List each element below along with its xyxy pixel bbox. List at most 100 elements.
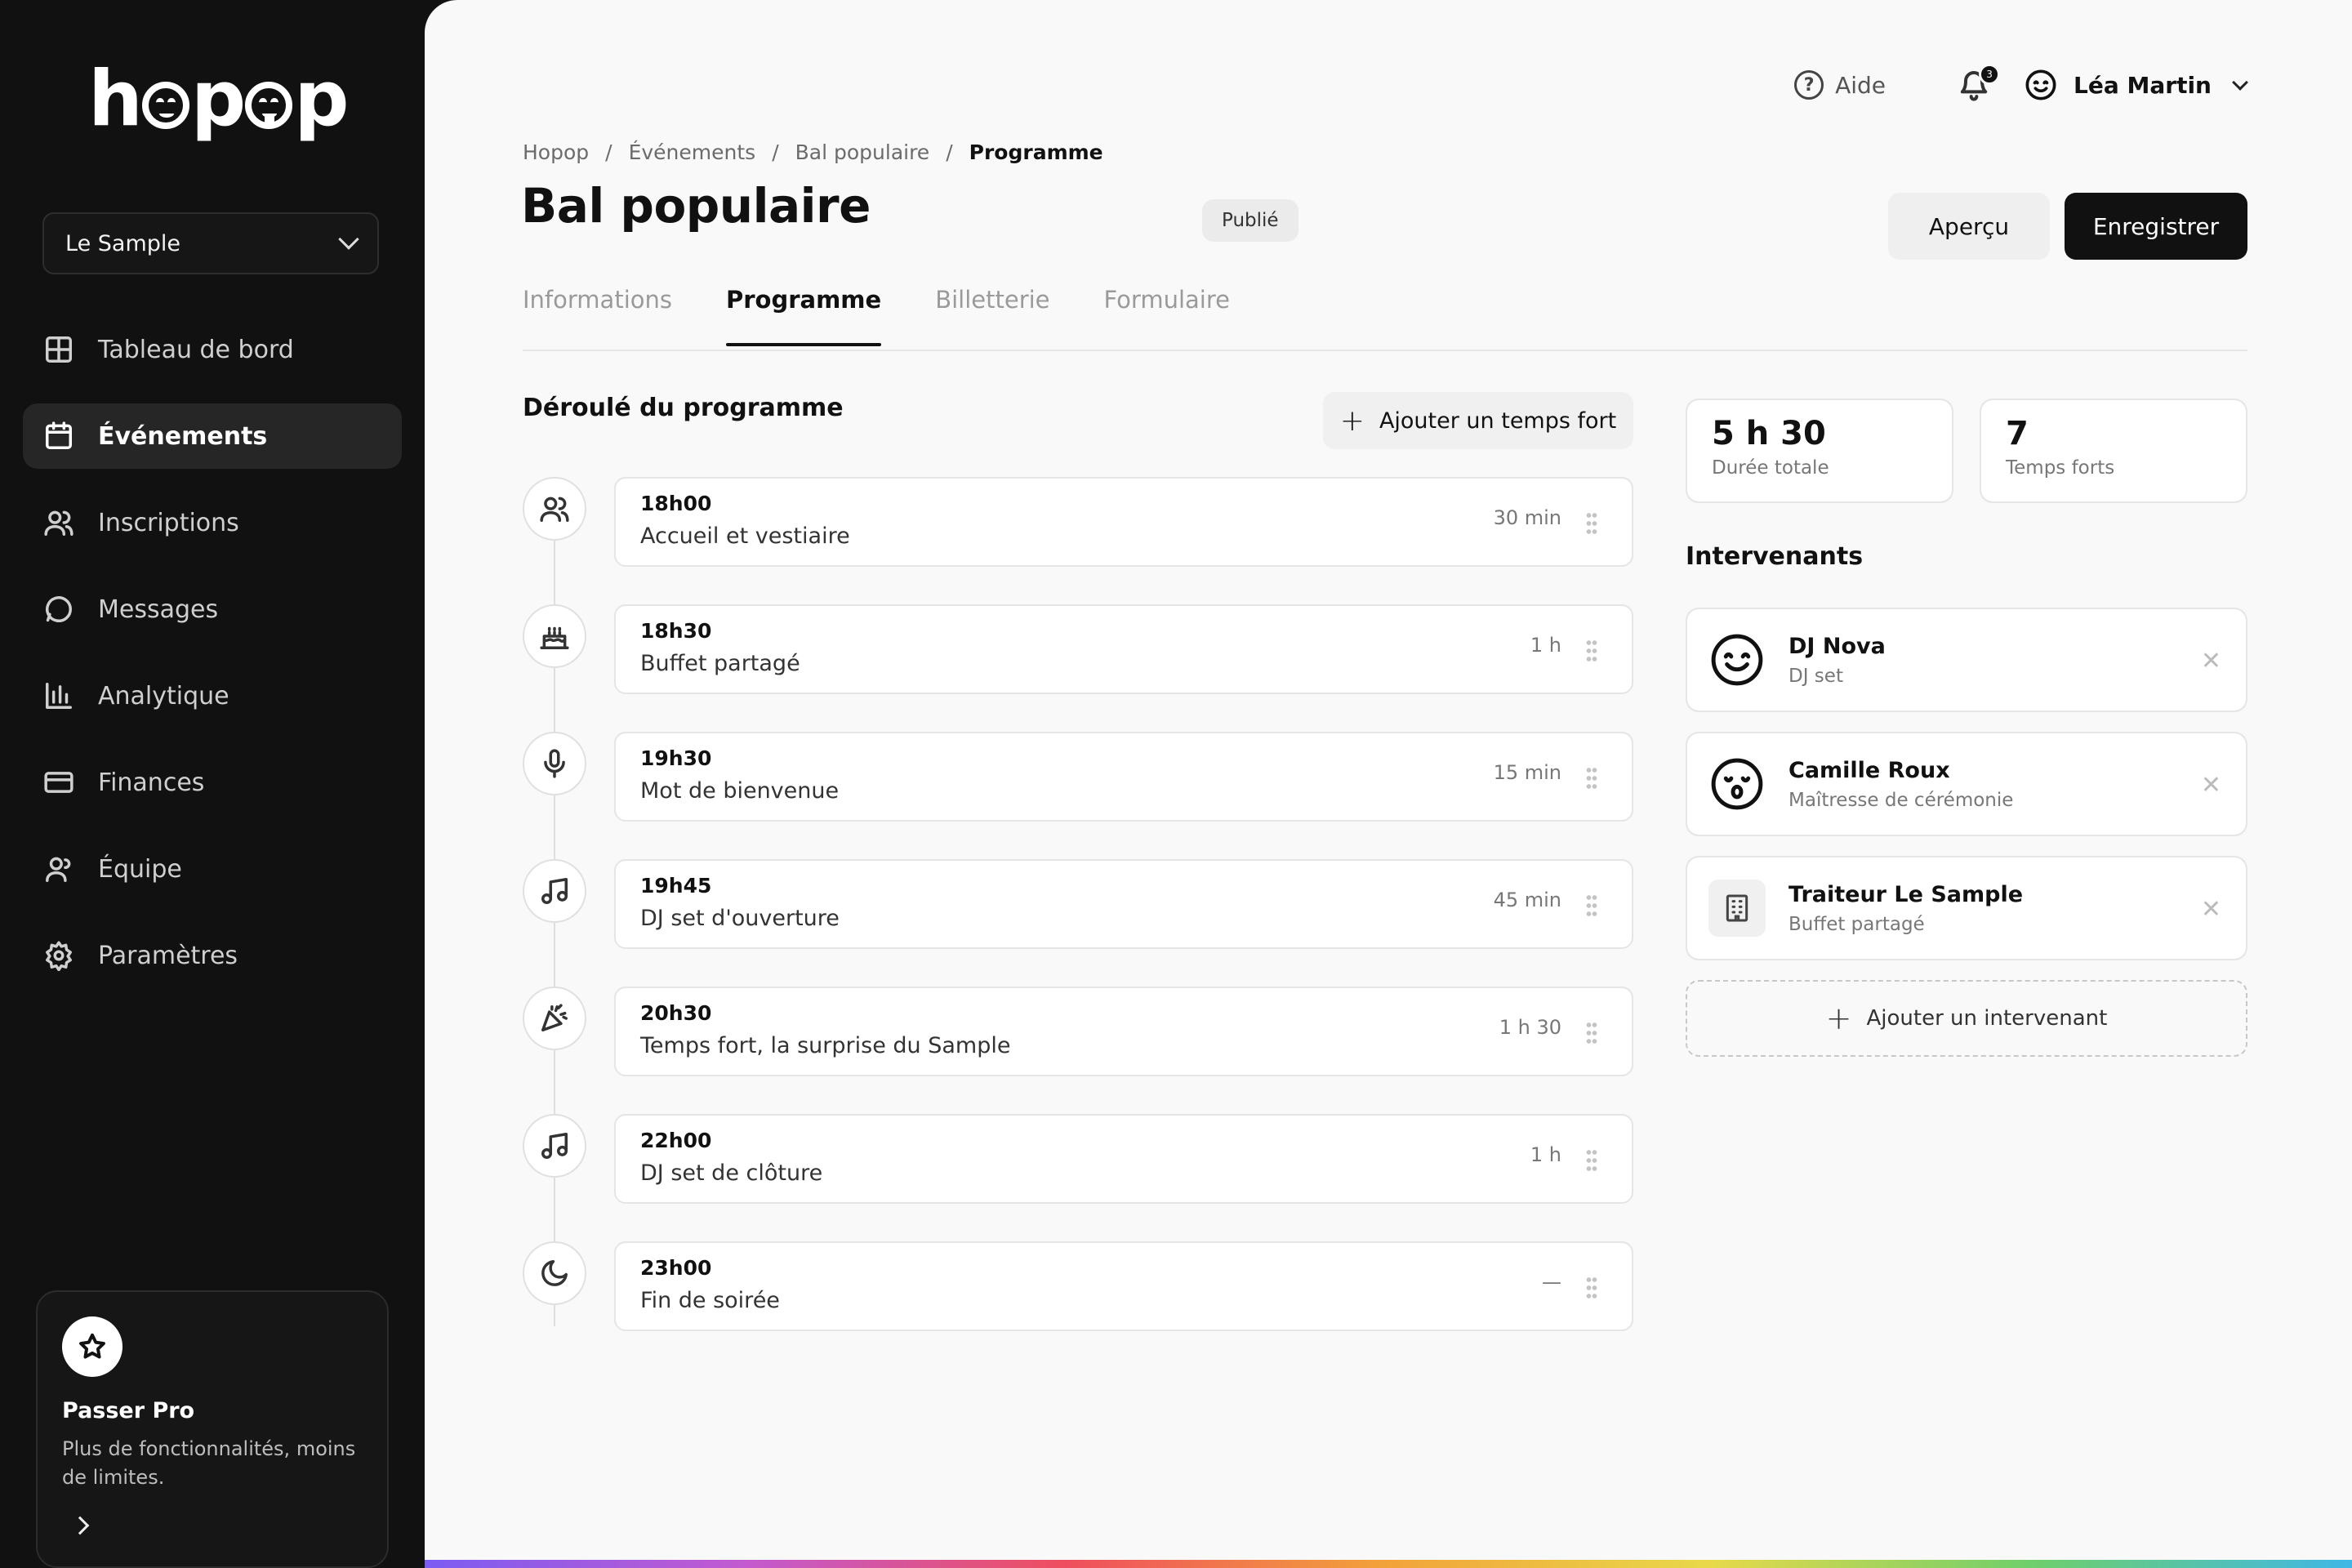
card-icon xyxy=(42,766,75,799)
sidebar-item-label: Tableau de bord xyxy=(98,335,294,364)
user-menu[interactable]: Léa Martin xyxy=(2025,69,2248,101)
programme-card[interactable]: 18h30 Buffet partagé 1 h xyxy=(614,604,1633,694)
sidebar-item-finances[interactable]: Finances xyxy=(23,750,402,815)
tab-bar: Informations Programme Billetterie Formu… xyxy=(523,284,2247,351)
upgrade-card[interactable]: Passer Pro Plus de fonctionnalités, moin… xyxy=(36,1290,389,1568)
remove-icon[interactable]: ✕ xyxy=(2201,647,2221,675)
users-icon xyxy=(523,477,586,541)
sidebar-item-label: Inscriptions xyxy=(98,508,239,537)
highlights-count-card: 7 Temps forts xyxy=(1980,399,2247,503)
programme-item: 18h00 Accueil et vestiaire 30 min xyxy=(523,477,1633,604)
item-name: Buffet partagé xyxy=(640,651,800,676)
item-time: 20h30 xyxy=(640,1001,712,1025)
programme-item: 22h00 DJ set de clôture 1 h xyxy=(523,1114,1633,1241)
programme-card[interactable]: 19h45 DJ set d'ouverture 45 min xyxy=(614,859,1633,949)
item-name: Fin de soirée xyxy=(640,1288,780,1313)
programme-card[interactable]: 22h00 DJ set de clôture 1 h xyxy=(614,1114,1633,1204)
speaker-role: Buffet partagé xyxy=(1788,913,1925,935)
add-speaker-button[interactable]: + Ajouter un intervenant xyxy=(1686,980,2247,1057)
add-highlight-label: Ajouter un temps fort xyxy=(1379,408,1617,434)
team-icon xyxy=(42,853,75,885)
programme-card[interactable]: 19h30 Mot de bienvenue 15 min xyxy=(614,732,1633,822)
item-duration: 45 min xyxy=(1493,889,1561,911)
save-button[interactable]: Enregistrer xyxy=(2065,193,2247,260)
stat-value: 5 h 30 xyxy=(1712,415,1826,452)
programme-card[interactable]: 23h00 Fin de soirée — xyxy=(614,1241,1633,1331)
item-name: DJ set d'ouverture xyxy=(640,906,840,931)
drag-handle-icon[interactable] xyxy=(1586,766,1597,791)
help-icon: ? xyxy=(1794,70,1824,100)
sidebar-item-label: Analytique xyxy=(98,681,229,710)
music-icon xyxy=(523,859,586,923)
message-icon xyxy=(42,593,75,626)
item-time: 18h00 xyxy=(640,492,712,515)
preview-button[interactable]: Aperçu xyxy=(1888,193,2050,260)
upgrade-description: Plus de fonctionnalités, moins de limite… xyxy=(62,1437,356,1489)
microphone-icon xyxy=(523,732,586,795)
user-name: Léa Martin xyxy=(2074,71,2212,99)
programme-card[interactable]: 18h00 Accueil et vestiaire 30 min xyxy=(614,477,1633,567)
item-time: 19h30 xyxy=(640,746,712,770)
item-time: 18h30 xyxy=(640,619,712,643)
add-highlight-button[interactable]: + Ajouter un temps fort xyxy=(1323,392,1633,449)
sidebar-item-dashboard[interactable]: Tableau de bord xyxy=(23,317,402,382)
smile-icon xyxy=(1708,631,1766,688)
chevron-right-icon[interactable] xyxy=(70,1516,90,1535)
sidebar-item-events[interactable]: Événements xyxy=(23,403,402,469)
gear-icon xyxy=(42,939,75,972)
users-icon xyxy=(42,506,75,539)
sidebar-item-team[interactable]: Équipe xyxy=(23,836,402,902)
item-duration: 1 h 30 xyxy=(1499,1016,1561,1039)
organization-name: Le Sample xyxy=(65,230,180,256)
remove-icon[interactable]: ✕ xyxy=(2201,771,2221,800)
sidebar-item-analytics[interactable]: Analytique xyxy=(23,663,402,728)
plus-icon: + xyxy=(1825,1000,1852,1036)
upgrade-title: Passer Pro xyxy=(62,1398,195,1423)
tab-programme[interactable]: Programme xyxy=(725,284,882,351)
breadcrumb-current: Programme xyxy=(969,140,1103,164)
drag-handle-icon[interactable] xyxy=(1586,511,1597,536)
stat-value: 7 xyxy=(2006,415,2029,452)
drag-handle-icon[interactable] xyxy=(1586,1148,1597,1173)
sidebar-item-label: Événements xyxy=(98,421,268,451)
drag-handle-icon[interactable] xyxy=(1586,1021,1597,1045)
cake-icon xyxy=(523,604,586,668)
page-title: Bal populaire xyxy=(521,178,871,234)
programme-item: 20h30 Temps fort, la surprise du Sample … xyxy=(523,987,1633,1114)
programme-timeline: 18h00 Accueil et vestiaire 30 min 18h30 … xyxy=(523,477,1633,1369)
sidebar-item-registrations[interactable]: Inscriptions xyxy=(23,490,402,555)
speaker-card[interactable]: Camille Roux Maîtresse de cérémonie ✕ xyxy=(1686,732,2247,836)
smile-icon xyxy=(2025,69,2056,100)
drag-handle-icon[interactable] xyxy=(1586,893,1597,918)
sidebar-item-messages[interactable]: Messages xyxy=(23,577,402,642)
item-time: 22h00 xyxy=(640,1129,712,1152)
programme-item: 19h45 DJ set d'ouverture 45 min xyxy=(523,859,1633,987)
kiss-face-icon xyxy=(1708,755,1766,813)
item-duration: 1 h xyxy=(1530,634,1561,657)
stat-label: Durée totale xyxy=(1712,457,1829,479)
speaker-card[interactable]: Traiteur Le Sample Buffet partagé ✕ xyxy=(1686,856,2247,960)
tab-informations[interactable]: Informations xyxy=(523,284,672,351)
remove-icon[interactable]: ✕ xyxy=(2201,895,2221,924)
tab-billetterie[interactable]: Billetterie xyxy=(935,284,1049,351)
programme-card[interactable]: 20h30 Temps fort, la surprise du Sample … xyxy=(614,987,1633,1076)
notifications-button[interactable]: 3 xyxy=(1958,64,2001,101)
drag-handle-icon[interactable] xyxy=(1586,639,1597,663)
sidebar-item-settings[interactable]: Paramètres xyxy=(23,923,402,988)
drag-handle-icon[interactable] xyxy=(1586,1276,1597,1300)
sidebar-item-label: Paramètres xyxy=(98,941,238,970)
dashboard-icon xyxy=(42,333,75,366)
help-link[interactable]: ? Aide xyxy=(1794,70,1886,100)
breadcrumb-item[interactable]: Événements xyxy=(629,140,756,164)
status-badge: Publié xyxy=(1202,199,1298,242)
hopop-logo[interactable]: hpp xyxy=(88,59,350,140)
programme-item: 19h30 Mot de bienvenue 15 min xyxy=(523,732,1633,859)
calendar-icon xyxy=(42,420,75,452)
breadcrumb-item[interactable]: Hopop xyxy=(523,140,589,164)
speaker-card[interactable]: DJ Nova DJ set ✕ xyxy=(1686,608,2247,712)
speaker-name: Traiteur Le Sample xyxy=(1788,881,2024,907)
organization-select[interactable]: Le Sample xyxy=(42,212,379,274)
moon-icon xyxy=(523,1241,586,1305)
breadcrumb-item[interactable]: Bal populaire xyxy=(795,140,930,164)
tab-formulaire[interactable]: Formulaire xyxy=(1104,284,1230,351)
